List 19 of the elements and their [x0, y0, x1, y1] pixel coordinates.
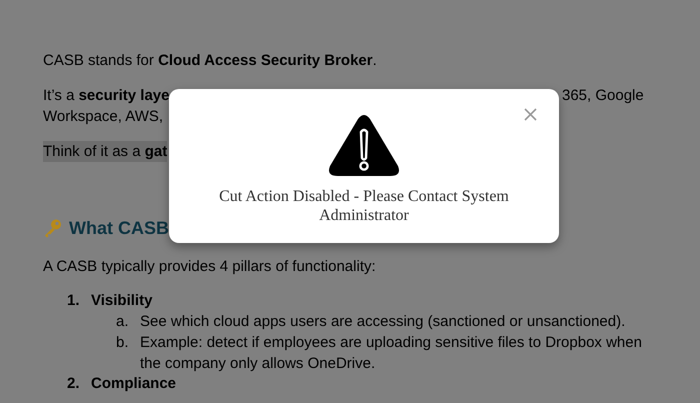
- list-item-text: Visibility: [91, 291, 152, 311]
- dialog-message: Cut Action Disabled - Please Contact System Administrator: [218, 187, 510, 225]
- key-icon: [43, 218, 63, 238]
- list-item-text: Example: detect if employees are uploading sensitive files to Dropbox when the company only allows OneDrive.: [140, 333, 643, 374]
- body-text: CASB stands for Cloud Access Security Broker.: [43, 51, 377, 71]
- list-number: 2.: [67, 374, 81, 394]
- body-text: Think of it as a gat: [43, 141, 168, 162]
- section-heading: What CASB: [69, 217, 169, 240]
- warning-icon: [328, 114, 400, 177]
- list-number: 1.: [67, 291, 81, 311]
- list-item-text: See which cloud apps users are accessing (sanctioned or unsanctioned).: [140, 312, 626, 332]
- body-text: A CASB typically provides 4 pillars of functionality:: [43, 257, 376, 277]
- list-letter: a.: [116, 312, 130, 332]
- close-button[interactable]: [522, 106, 539, 123]
- list-item-text: Compliance: [91, 374, 176, 394]
- body-text: Workspace, AWS,: [43, 107, 164, 127]
- list-letter: b.: [116, 333, 130, 353]
- body-text: It’s a security laye: [43, 86, 170, 106]
- body-text: 365, Google: [562, 86, 644, 106]
